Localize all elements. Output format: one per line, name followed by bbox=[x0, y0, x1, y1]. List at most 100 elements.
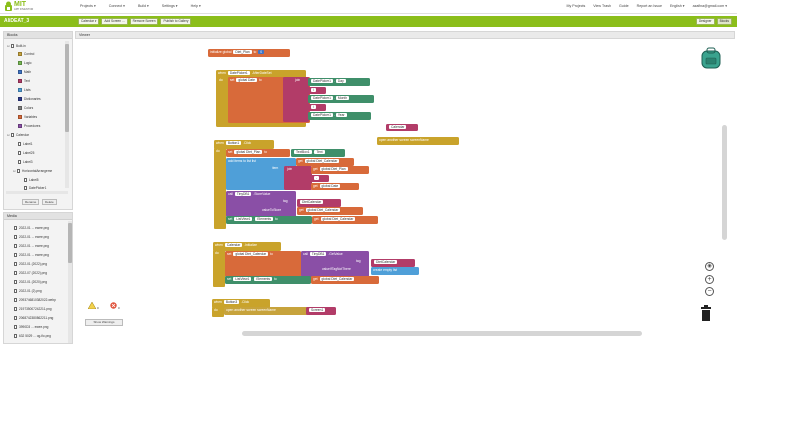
join-block[interactable]: join bbox=[283, 77, 309, 122]
text-field[interactable]: Calendar bbox=[389, 125, 407, 130]
builtin-item-variables[interactable]: Variables bbox=[18, 114, 37, 120]
component-dropdown[interactable]: DatePicker1 bbox=[227, 71, 250, 76]
variable-dropdown[interactable]: global Diet_Calendar bbox=[233, 252, 269, 257]
get-global-diet-calendar-block[interactable]: get global Diet_Calendar bbox=[296, 158, 354, 166]
media-file-item[interactable]: 2022-01 ... ewee.png bbox=[14, 225, 49, 231]
variable-dropdown[interactable]: global Diet_Calendar bbox=[319, 277, 355, 282]
media-file-item[interactable]: 2022-01 (2022).png bbox=[14, 261, 47, 267]
guide-link[interactable]: Guide bbox=[619, 4, 629, 8]
variable-dropdown[interactable]: global Diet_Plan bbox=[234, 150, 263, 155]
zoom-out-icon[interactable]: − bbox=[705, 287, 714, 296]
media-file-item[interactable]: 2093746810382022.webp bbox=[14, 297, 56, 303]
language-menu[interactable]: English ▾ bbox=[670, 4, 685, 8]
blocks-workspace[interactable] bbox=[75, 39, 735, 341]
property-dropdown[interactable]: Day bbox=[335, 79, 346, 84]
builtin-item-control[interactable]: Control bbox=[18, 51, 34, 57]
nav-help[interactable]: Help ▾ bbox=[191, 4, 201, 10]
set-global-diet-calendar-block[interactable]: set global Diet_Calendar to bbox=[225, 251, 301, 277]
blocks-panel-hscrollbar[interactable] bbox=[6, 191, 68, 194]
property-dropdown[interactable]: Year bbox=[335, 113, 347, 118]
text-field[interactable]: DietCalendar bbox=[374, 260, 398, 265]
builtin-item-math[interactable]: Math bbox=[18, 69, 31, 75]
component-horizontal-arrangement[interactable]: ⊟ HorizontalArrangeme bbox=[13, 168, 52, 174]
variable-dropdown[interactable]: global Diet_Calendar bbox=[304, 159, 340, 164]
tag-text-block[interactable]: DietCalendar bbox=[371, 259, 415, 267]
builtin-item-lists[interactable]: Lists bbox=[18, 87, 31, 93]
component-dropdown[interactable]: Calendar bbox=[224, 243, 243, 248]
screen-name-text-block[interactable]: Screen1 bbox=[306, 307, 336, 315]
backpack-icon[interactable] bbox=[700, 47, 722, 69]
media-file-item[interactable]: 2022-07 (2022).png bbox=[14, 270, 47, 276]
nav-settings[interactable]: Settings ▾ bbox=[162, 4, 178, 10]
variable-dropdown[interactable]: global Date bbox=[236, 78, 258, 83]
zoom-in-icon[interactable]: + bbox=[705, 275, 714, 284]
variable-dropdown[interactable]: global Diet_Plan bbox=[319, 167, 348, 172]
workspace-vertical-scrollbar[interactable] bbox=[722, 125, 727, 240]
media-file-item[interactable]: 2022-01 (2020).png bbox=[14, 279, 47, 285]
media-file-item[interactable]: 3990D3 ... ewee.png bbox=[14, 324, 48, 330]
set-listview-elements-block[interactable]: set ListView1. Elements to bbox=[226, 216, 312, 224]
variable-dropdown[interactable]: global Date bbox=[319, 184, 341, 189]
create-empty-list-block[interactable]: create empty list bbox=[371, 267, 419, 275]
property-dropdown[interactable]: Elements bbox=[254, 277, 273, 282]
variable-dropdown[interactable]: global Diet_Calendar bbox=[305, 208, 341, 213]
view-trash-link[interactable]: View Trash bbox=[593, 4, 611, 8]
property-dropdown[interactable]: Text bbox=[314, 150, 325, 155]
media-scrollbar[interactable] bbox=[68, 221, 72, 343]
text-field[interactable]: Screen1 bbox=[309, 308, 326, 313]
get-global-date-block[interactable]: get global Date bbox=[311, 183, 359, 190]
tinydb-storevalue-block[interactable]: call TinyDB1 .StoreValue bbox=[226, 191, 296, 217]
report-issue-link[interactable]: Report an Issue bbox=[637, 4, 662, 8]
blocks-panel-scrollbar[interactable] bbox=[65, 41, 69, 188]
text-separator-block[interactable]: - bbox=[311, 175, 329, 182]
set-listview-elements-block[interactable]: set ListView1. Elements to bbox=[225, 276, 311, 284]
component-label5[interactable]: Label5 bbox=[24, 177, 39, 183]
set-global-diet-plan-block[interactable]: set global Diet_Plan to bbox=[226, 149, 290, 157]
init-global-diet-plan-block[interactable]: initialize global Diet_Plan to 0 bbox=[208, 49, 290, 57]
datepicker-day-getter[interactable]: DatePicker1. Day bbox=[308, 78, 370, 86]
screen-node[interactable]: ⊟ Calendar bbox=[7, 132, 29, 138]
publish-gallery-button[interactable]: Publish to Gallery bbox=[160, 18, 192, 25]
text-field[interactable]: / bbox=[311, 105, 316, 110]
property-dropdown[interactable]: Month bbox=[335, 96, 350, 101]
component-dropdown[interactable]: Button3 bbox=[223, 300, 240, 305]
scroll-thumb[interactable] bbox=[65, 44, 69, 132]
media-file-item[interactable]: 2022-01 ... ewee.png bbox=[14, 243, 49, 249]
media-file-item[interactable]: 2022-01 ... ewee.png bbox=[14, 234, 49, 240]
blocks-button[interactable]: Blocks bbox=[716, 18, 732, 25]
media-file-item[interactable]: 219735007242211.png bbox=[14, 306, 52, 312]
textbox1-text-getter[interactable]: TextBox1. Text bbox=[291, 149, 345, 157]
get-global-diet-calendar-block[interactable]: get global Diet_Calendar bbox=[297, 207, 363, 215]
designer-button[interactable]: Designer bbox=[695, 18, 715, 25]
rename-button[interactable]: Rename bbox=[22, 199, 40, 205]
get-global-diet-calendar-block[interactable]: get global Diet_Calendar bbox=[311, 276, 379, 284]
component-dropdown[interactable]: Button1 bbox=[225, 141, 242, 146]
delete-button[interactable]: Delete bbox=[42, 199, 57, 205]
builtin-item-colors[interactable]: Colors bbox=[18, 105, 33, 111]
trash-icon[interactable] bbox=[700, 305, 712, 321]
builtin-item-dictionaries[interactable]: Dictionaries bbox=[18, 96, 41, 102]
workspace-horizontal-scrollbar[interactable] bbox=[242, 331, 642, 336]
account-menu[interactable]: azafina@gmail.com ▾ bbox=[693, 4, 727, 8]
get-global-diet-calendar-block[interactable]: get global Diet_Calendar bbox=[312, 216, 378, 224]
collapse-toggle-icon[interactable]: ⊟ bbox=[13, 169, 16, 173]
variable-name-field[interactable]: Diet_Plan bbox=[233, 50, 252, 55]
datepicker-month-getter[interactable]: DatePicker1. Month bbox=[308, 95, 374, 103]
builtin-item-text[interactable]: Text bbox=[18, 78, 30, 84]
screen-selector[interactable]: Calendar ▾ bbox=[78, 18, 100, 25]
text-field[interactable]: DietCalendar bbox=[300, 200, 324, 205]
collapse-toggle-icon[interactable]: ⊟ bbox=[7, 44, 10, 48]
text-separator-block[interactable]: / bbox=[308, 104, 326, 111]
show-warnings-button[interactable]: Show Warnings bbox=[85, 319, 123, 326]
number-value-block[interactable]: 0 bbox=[258, 50, 265, 55]
component-dropdown[interactable]: DatePicker1 bbox=[311, 79, 333, 84]
nav-connect[interactable]: Connect ▾ bbox=[109, 4, 125, 10]
collapse-toggle-icon[interactable]: ⊟ bbox=[7, 133, 10, 137]
tinydb-getvalue-block[interactable]: call TinyDB1 .GetValue bbox=[301, 251, 369, 277]
remove-screen-button[interactable]: Remove Screen bbox=[129, 18, 159, 25]
media-file-item[interactable]: 2022-01 (2).png bbox=[14, 288, 42, 294]
tag-text-block[interactable]: DietCalendar bbox=[297, 199, 341, 207]
recenter-icon[interactable]: ◉ bbox=[705, 262, 714, 271]
property-dropdown[interactable]: Elements bbox=[255, 217, 274, 222]
scroll-thumb[interactable] bbox=[68, 223, 72, 263]
